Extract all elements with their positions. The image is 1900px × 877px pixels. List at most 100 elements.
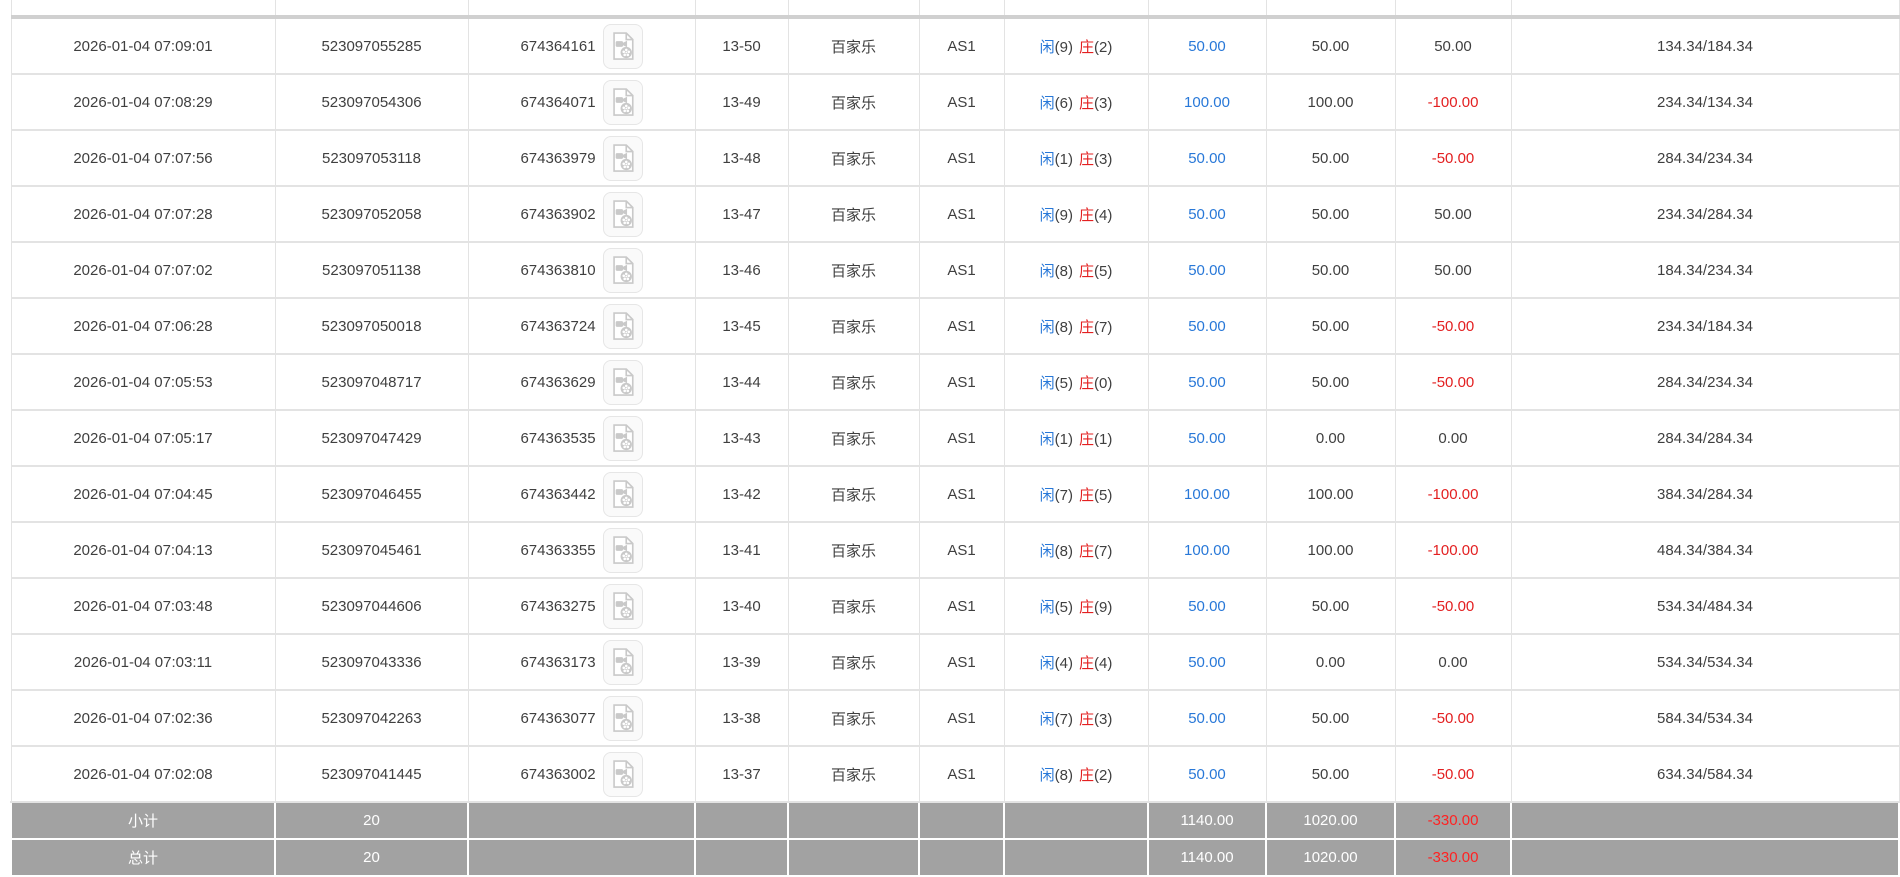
video-replay-button[interactable] — [602, 695, 643, 741]
video-replay-button[interactable] — [602, 247, 643, 293]
game-id-text: 674363724 — [520, 317, 596, 335]
bet-amount-cell: 50.00 — [1147, 354, 1267, 411]
valid-amount-cell: 100.00 — [1265, 522, 1396, 579]
video-replay-button[interactable] — [602, 359, 643, 405]
winloss-cell: 50.00 — [1394, 186, 1512, 243]
video-replay-button[interactable] — [602, 191, 643, 237]
video-replay-button[interactable] — [602, 751, 643, 797]
player-score: (1) — [1054, 150, 1073, 168]
banker-label: 庄 — [1079, 542, 1095, 560]
order-id-cell: 523097044606 — [274, 578, 469, 635]
round-cell: 13-44 — [694, 354, 789, 411]
player-label: 闲 — [1039, 206, 1055, 224]
bet-amount-cell: 50.00 — [1147, 578, 1267, 635]
video-file-icon — [612, 144, 634, 172]
table-row: 2026-01-04 07:02:08 523097041445 6743630… — [10, 746, 1900, 803]
video-replay-button[interactable] — [602, 527, 643, 573]
video-file-icon — [612, 480, 634, 508]
summary-valid-cell: 1020.00 — [1265, 838, 1396, 877]
banker-label: 庄 — [1079, 206, 1095, 224]
player-score: (7) — [1054, 486, 1073, 504]
table-header-partial — [10, 0, 1900, 19]
banker-label: 庄 — [1079, 654, 1095, 672]
summary-bet-cell: 1140.00 — [1147, 801, 1267, 840]
result-cell: 闲(7) 庄(5) — [1003, 466, 1149, 523]
table-row: 2026-01-04 07:02:36 523097042263 6743630… — [10, 690, 1900, 747]
game-id-text: 674363173 — [520, 653, 596, 671]
video-replay-button[interactable] — [602, 79, 643, 125]
winloss-cell: 0.00 — [1394, 410, 1512, 467]
player-score: (4) — [1054, 654, 1073, 672]
banker-score: (3) — [1094, 710, 1113, 728]
game-type-cell: 百家乐 — [787, 17, 920, 75]
winloss-cell: 50.00 — [1394, 17, 1512, 75]
table-row: 2026-01-04 07:06:28 523097050018 6743637… — [10, 298, 1900, 355]
game-id-text: 674363275 — [520, 597, 596, 615]
result-cell: 闲(8) 庄(2) — [1003, 746, 1149, 803]
balance-cell: 134.34/184.34 — [1510, 17, 1900, 75]
video-replay-button[interactable] — [602, 471, 643, 517]
player-score: (1) — [1054, 430, 1073, 448]
table-row: 2026-01-04 07:07:28 523097052058 6743639… — [10, 186, 1900, 243]
valid-amount-cell: 50.00 — [1265, 690, 1396, 747]
video-replay-button[interactable] — [602, 415, 643, 461]
player-label: 闲 — [1039, 318, 1055, 336]
valid-amount-cell: 50.00 — [1265, 578, 1396, 635]
winloss-cell: -50.00 — [1394, 578, 1512, 635]
order-id-cell: 523097054306 — [274, 74, 469, 131]
table-row: 2026-01-04 07:07:02 523097051138 6743638… — [10, 242, 1900, 299]
video-replay-button[interactable] — [602, 639, 643, 685]
bet-time-cell: 2026-01-04 07:02:36 — [10, 690, 276, 747]
banker-label: 庄 — [1079, 318, 1095, 336]
result-cell: 闲(8) 庄(7) — [1003, 522, 1149, 579]
player-score: (7) — [1054, 710, 1073, 728]
table-code-cell: AS1 — [918, 522, 1005, 579]
banker-score: (7) — [1094, 542, 1113, 560]
bet-time-cell: 2026-01-04 07:03:11 — [10, 634, 276, 691]
video-file-icon — [612, 200, 634, 228]
video-file-icon — [612, 760, 634, 788]
player-score: (5) — [1054, 598, 1073, 616]
game-type-cell: 百家乐 — [787, 130, 920, 187]
player-score: (9) — [1054, 206, 1073, 224]
game-id-text: 674364071 — [520, 93, 596, 111]
table-code-cell: AS1 — [918, 410, 1005, 467]
game-id-cell: 674363275 — [467, 578, 696, 635]
order-id-cell: 523097053118 — [274, 130, 469, 187]
round-cell: 13-47 — [694, 186, 789, 243]
valid-amount-cell: 50.00 — [1265, 298, 1396, 355]
balance-cell: 534.34/534.34 — [1510, 634, 1900, 691]
banker-score: (9) — [1094, 598, 1113, 616]
video-replay-button[interactable] — [602, 583, 643, 629]
banker-score: (0) — [1094, 374, 1113, 392]
banker-score: (1) — [1094, 430, 1113, 448]
player-label: 闲 — [1039, 94, 1055, 112]
player-score: (8) — [1054, 542, 1073, 560]
game-id-cell: 674363724 — [467, 298, 696, 355]
result-cell: 闲(8) 庄(5) — [1003, 242, 1149, 299]
banker-score: (4) — [1094, 654, 1113, 672]
table-row: 2026-01-04 07:03:48 523097044606 6743632… — [10, 578, 1900, 635]
banker-label: 庄 — [1079, 94, 1095, 112]
table-row: 2026-01-04 07:05:53 523097048717 6743636… — [10, 354, 1900, 411]
valid-amount-cell: 0.00 — [1265, 410, 1396, 467]
order-id-cell: 523097041445 — [274, 746, 469, 803]
game-id-cell: 674363173 — [467, 634, 696, 691]
video-file-icon — [612, 312, 634, 340]
video-replay-button[interactable] — [602, 303, 643, 349]
video-file-icon — [612, 88, 634, 116]
video-replay-button[interactable] — [602, 135, 643, 181]
player-score: (6) — [1054, 94, 1073, 112]
video-replay-button[interactable] — [602, 23, 643, 69]
bet-amount-cell: 50.00 — [1147, 746, 1267, 803]
banker-score: (7) — [1094, 318, 1113, 336]
bet-amount-cell: 100.00 — [1147, 466, 1267, 523]
player-label: 闲 — [1039, 654, 1055, 672]
round-cell: 13-50 — [694, 17, 789, 75]
winloss-cell: -100.00 — [1394, 74, 1512, 131]
bet-time-cell: 2026-01-04 07:07:56 — [10, 130, 276, 187]
video-file-icon — [612, 368, 634, 396]
game-id-text: 674363442 — [520, 485, 596, 503]
valid-amount-cell: 50.00 — [1265, 746, 1396, 803]
banker-label: 庄 — [1079, 710, 1095, 728]
